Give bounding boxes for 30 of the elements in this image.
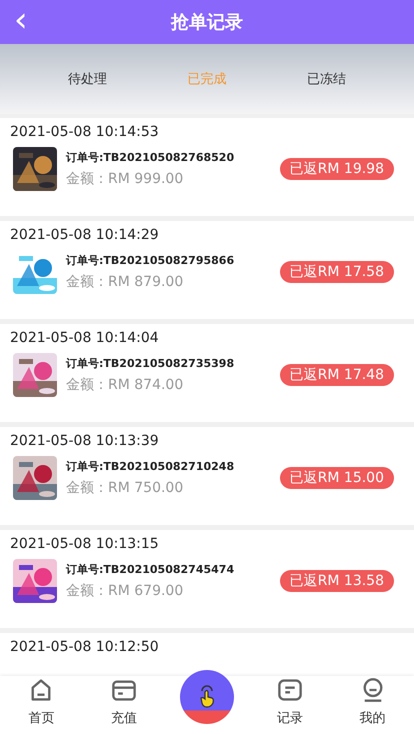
nav-item[interactable]: 我的 [342,677,403,727]
nav-item[interactable]: 首页 [11,677,72,727]
page-title: 抢单记录 [171,11,243,34]
order-time: 2021-05-08 10:13:15 [10,536,160,552]
order-amount: 金额：RM 874.00 [66,376,184,394]
order-amount: 金额：RM 879.00 [66,273,184,291]
tab[interactable]: 已冻结 [298,66,354,92]
refund-badge: 已返RM 17.48 [280,364,394,386]
order-number: 订单号:TB202105082710248 [66,459,236,474]
order-amount: 金额：RM 750.00 [66,479,184,497]
refund-badge: 已返RM 17.58 [280,261,394,283]
order-time: 2021-05-08 10:14:53 [10,124,160,140]
order-amount: 金额：RM 999.00 [66,170,184,188]
order-time: 2021-05-08 10:14:29 [10,227,160,243]
nav-item[interactable]: 充值 [94,677,154,727]
order-number: 订单号:TB202105082795866 [66,253,236,268]
order-time: 2021-05-08 10:14:04 [10,330,160,346]
back-button[interactable]: ‹ [10,4,32,36]
order-amount: 金额：RM 679.00 [66,582,184,600]
document-icon [276,677,303,703]
order-time: 2021-05-08 10:13:39 [10,433,160,449]
order-number: 订单号:TB202105082735398 [66,356,236,371]
tab[interactable]: 待处理 [60,66,116,92]
refund-badge: 已返RM 13.58 [280,570,394,592]
refund-badge: 已返RM 19.98 [280,158,394,180]
nav-item[interactable]: 记录 [260,677,320,727]
order-time: 2021-05-08 10:12:50 [10,639,160,655]
refund-badge: 已返RM 15.00 [280,467,394,489]
order-number: 订单号:TB202105082745474 [66,562,236,577]
order-number: 订单号:TB202105082768520 [66,150,236,165]
